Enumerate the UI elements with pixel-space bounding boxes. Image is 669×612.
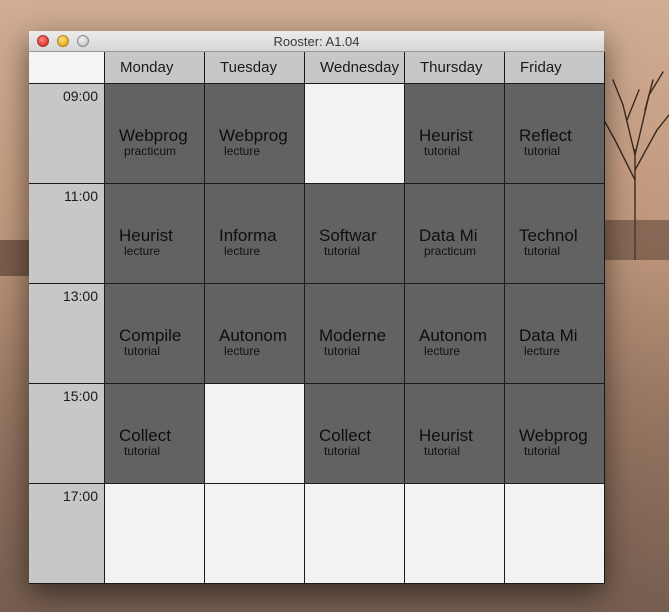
schedule-slot[interactable]: Technol tutorial xyxy=(505,184,605,284)
course-name: Reflect xyxy=(519,126,572,145)
session-type: lecture xyxy=(224,144,261,158)
session-type: lecture xyxy=(224,244,261,258)
desktop-background-tree xyxy=(605,60,669,260)
window-title: Rooster: A1.04 xyxy=(273,34,360,49)
session-type: tutorial xyxy=(324,444,361,458)
session-type: tutorial xyxy=(524,444,561,458)
session-type: tutorial xyxy=(524,244,561,258)
session-type: practicum xyxy=(124,144,177,158)
empty-slot[interactable] xyxy=(505,484,605,584)
course-name: Moderne xyxy=(319,326,387,345)
session-type: tutorial xyxy=(324,344,361,358)
schedule-slot[interactable]: Collect tutorial xyxy=(105,384,205,484)
schedule-slot[interactable]: Data Mi lecture xyxy=(505,284,605,384)
session-type: tutorial xyxy=(424,144,461,158)
session-type: lecture xyxy=(424,344,461,358)
schedule-slot[interactable]: Data Mi practicum xyxy=(405,184,505,284)
course-name: Heurist xyxy=(419,126,473,145)
grid-corner xyxy=(29,52,105,84)
schedule-window: Rooster: A1.04 Monday Tuesday Wednesday Thu… xyxy=(29,31,605,584)
window-titlebar[interactable]: Rooster: A1.04 xyxy=(29,31,604,52)
schedule-slot[interactable]: Heurist lecture xyxy=(105,184,205,284)
empty-slot[interactable] xyxy=(305,84,405,184)
course-name: Collect xyxy=(319,426,371,445)
session-type: tutorial xyxy=(524,144,561,158)
session-type: tutorial xyxy=(324,244,361,258)
course-name: Autonom xyxy=(419,326,488,345)
schedule-slot[interactable]: Webprog lecture xyxy=(205,84,305,184)
day-header-monday: Monday xyxy=(105,52,205,84)
course-name: Webprog xyxy=(119,126,188,145)
session-type: tutorial xyxy=(124,444,161,458)
schedule-slot[interactable]: Softwar tutorial xyxy=(305,184,405,284)
empty-slot[interactable] xyxy=(305,484,405,584)
time-header: 09:00 xyxy=(29,84,105,184)
session-type: tutorial xyxy=(424,444,461,458)
schedule-slot[interactable]: Informa lecture xyxy=(205,184,305,284)
schedule-grid: Monday Tuesday Wednesday Thursday Friday 09:0… xyxy=(29,52,605,584)
course-name: Data Mi xyxy=(519,326,578,345)
session-type: tutorial xyxy=(124,344,161,358)
day-header-tuesday: Tuesday xyxy=(205,52,305,84)
schedule-slot[interactable]: Collect tutorial xyxy=(305,384,405,484)
time-header: 17:00 xyxy=(29,484,105,584)
day-header-friday: Friday xyxy=(505,52,605,84)
time-header: 11:00 xyxy=(29,184,105,284)
schedule-slot[interactable]: Autonom lecture xyxy=(405,284,505,384)
session-type: lecture xyxy=(124,244,161,258)
schedule-slot[interactable]: Webprog tutorial xyxy=(505,384,605,484)
schedule-slot[interactable]: Webprog practicum xyxy=(105,84,205,184)
session-type: practicum xyxy=(424,244,477,258)
course-name: Autonom xyxy=(219,326,288,345)
schedule-slot[interactable]: Heurist tutorial xyxy=(405,384,505,484)
empty-slot[interactable] xyxy=(205,484,305,584)
day-header-thursday: Thursday xyxy=(405,52,505,84)
schedule-slot[interactable]: Autonom lecture xyxy=(205,284,305,384)
course-name: Informa xyxy=(219,226,277,245)
time-header: 13:00 xyxy=(29,284,105,384)
course-name: Webprog xyxy=(519,426,588,445)
session-type: lecture xyxy=(524,344,561,358)
empty-slot[interactable] xyxy=(405,484,505,584)
course-name: Data Mi xyxy=(419,226,478,245)
session-type: lecture xyxy=(224,344,261,358)
empty-slot[interactable] xyxy=(205,384,305,484)
course-name: Technol xyxy=(519,226,578,245)
empty-slot[interactable] xyxy=(105,484,205,584)
day-header-wednesday: Wednesday xyxy=(305,52,405,84)
course-name: Softwar xyxy=(319,226,377,245)
schedule-slot[interactable]: Moderne tutorial xyxy=(305,284,405,384)
course-name: Compile xyxy=(119,326,182,345)
course-name: Webprog xyxy=(219,126,288,145)
course-name: Heurist xyxy=(419,426,473,445)
schedule-slot[interactable]: Reflect tutorial xyxy=(505,84,605,184)
schedule-slot[interactable]: Heurist tutorial xyxy=(405,84,505,184)
schedule-slot[interactable]: Compile tutorial xyxy=(105,284,205,384)
course-name: Heurist xyxy=(119,226,173,245)
time-header: 15:00 xyxy=(29,384,105,484)
course-name: Collect xyxy=(119,426,171,445)
